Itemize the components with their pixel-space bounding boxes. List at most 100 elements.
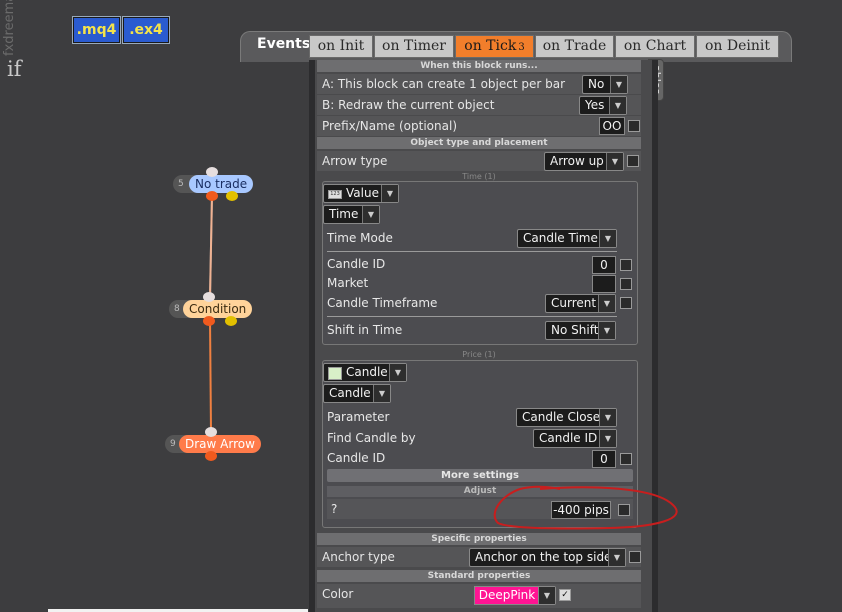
anchor-type-dropdown[interactable]: Anchor on the top side ▼ — [469, 548, 626, 567]
chevron-down-icon: ▼ — [609, 97, 626, 114]
dropdown-value: No Shift — [551, 323, 599, 337]
node-output-yes-dot[interactable] — [206, 191, 218, 201]
dropdown-value: Anchor on the top side — [475, 550, 612, 564]
tab-on-tick[interactable]: on Tick 3 — [455, 35, 534, 58]
red-annotation-circle — [493, 485, 678, 530]
tab-on-chart[interactable]: on Chart — [615, 35, 695, 58]
time-kind-dropdown[interactable]: Time ▼ — [323, 205, 380, 224]
block-node-label: No trade — [189, 175, 254, 193]
object-type-header: Object type and placement — [317, 137, 641, 149]
time-mode-label: Time Mode — [327, 231, 393, 245]
chevron-down-icon: ▼ — [610, 76, 627, 93]
block-node-label: Condition — [183, 300, 253, 318]
dropdown-value: No — [588, 77, 605, 91]
dropdown-value: Yes — [585, 98, 605, 112]
block-node-number: 5 — [178, 179, 184, 189]
time-candle-id-checkbox[interactable] — [620, 259, 632, 271]
dropdown-value: Candle — [329, 386, 371, 400]
arrow-type-checkbox[interactable] — [627, 155, 639, 167]
color-dropdown[interactable]: ▼ — [538, 586, 556, 605]
tab-on-deinit[interactable]: on Deinit — [696, 35, 779, 58]
option-label: A: This block can create 1 object per ba… — [322, 77, 566, 91]
candle-icon — [328, 367, 342, 380]
tab-on-trade[interactable]: on Trade — [535, 35, 614, 58]
tab-on-init[interactable]: on Init — [309, 35, 373, 58]
block-node-number: 8 — [174, 304, 180, 314]
node-output-no-dot[interactable] — [226, 191, 238, 201]
dropdown-value: Candle Close — [522, 410, 601, 424]
chevron-down-icon: ▼ — [381, 185, 398, 202]
price-source-dropdown[interactable]: Candle ▼ — [323, 363, 407, 382]
dropdown-value: Time — [329, 207, 359, 221]
prefix-checkbox[interactable] — [628, 120, 640, 132]
chevron-down-icon: ▼ — [608, 549, 625, 566]
when-block-runs-header: When this block runs... — [317, 60, 641, 72]
price-candle-id-input[interactable]: 0 — [592, 450, 616, 468]
arrow-type-row: Arrow type Arrow up ▼ — [317, 151, 641, 171]
chevron-down-icon: ▼ — [539, 587, 555, 604]
option-row-b: B: Redraw the current object Yes ▼ — [317, 95, 641, 115]
chevron-down-icon: ▼ — [599, 230, 616, 247]
dropdown-value: Candle Time — [523, 231, 598, 245]
divider — [327, 316, 617, 317]
shift-in-time-dropdown[interactable]: No Shift ▼ — [545, 321, 616, 340]
anchor-type-row: Anchor type Anchor on the top side ▼ — [317, 547, 641, 567]
option-label: B: Redraw the current object — [322, 98, 495, 112]
market-label: Market — [327, 276, 369, 290]
block-node-number: 9 — [170, 439, 176, 449]
color-checkbox[interactable]: ✓ — [559, 589, 571, 601]
divider — [327, 251, 617, 252]
market-checkbox[interactable] — [620, 278, 632, 290]
candle-id-label: Candle ID — [327, 257, 386, 271]
anchor-type-label: Anchor type — [322, 550, 395, 564]
node-input-dot[interactable] — [205, 427, 217, 437]
shift-in-time-label: Shift in Time — [327, 323, 403, 337]
price-kind-dropdown[interactable]: Candle ▼ — [323, 384, 391, 403]
market-input[interactable] — [592, 275, 616, 293]
candle-timeframe-checkbox[interactable] — [620, 297, 632, 309]
price-candle-id-checkbox[interactable] — [620, 453, 632, 465]
chevron-down-icon: ▼ — [598, 322, 615, 339]
anchor-type-checkbox[interactable] — [629, 551, 641, 563]
price-section-header: Price (1) — [462, 350, 496, 359]
tab-on-timer[interactable]: on Timer — [374, 35, 454, 58]
dropdown-value: Arrow up — [550, 154, 604, 168]
option-row-a: A: This block can create 1 object per ba… — [317, 74, 641, 94]
node-input-dot[interactable] — [206, 167, 218, 177]
time-source-dropdown[interactable]: 123 Value ▼ — [323, 184, 399, 203]
tab-badge: 3 — [518, 42, 525, 53]
find-candle-by-dropdown[interactable]: Candle ID ▼ — [533, 429, 617, 448]
arrow-type-label: Arrow type — [322, 154, 388, 168]
option-a-dropdown[interactable]: No ▼ — [582, 75, 628, 94]
node-output-yes-dot[interactable] — [203, 316, 215, 326]
candle-timeframe-dropdown[interactable]: Current ▼ — [545, 294, 616, 313]
block-node-label: Draw Arrow — [179, 435, 261, 453]
adjust-help-label: ? — [331, 502, 338, 516]
tab-on-tick-label: on Tick — [464, 38, 517, 54]
time-candle-id-input[interactable]: 0 — [592, 256, 616, 274]
prefix-name-input[interactable]: OO — [599, 117, 625, 135]
time-mode-dropdown[interactable]: Candle Time ▼ — [517, 229, 617, 248]
option-label: Prefix/Name (optional) — [322, 119, 457, 133]
node-output-no-dot[interactable] — [225, 316, 237, 326]
chevron-down-icon: ▼ — [599, 409, 616, 426]
chevron-down-icon: ▼ — [599, 430, 616, 447]
chevron-down-icon: ▼ — [389, 364, 406, 381]
chevron-down-icon: ▼ — [362, 206, 379, 223]
chevron-down-icon: ▼ — [606, 153, 623, 170]
value-icon: 123 — [328, 190, 342, 199]
dropdown-value: Candle — [346, 365, 388, 379]
chevron-down-icon: ▼ — [373, 385, 390, 402]
candle-id-label: Candle ID — [327, 451, 386, 465]
standard-properties-header: Standard properties — [317, 570, 641, 582]
more-settings-button[interactable]: More settings — [327, 469, 633, 482]
node-output-dot[interactable] — [205, 451, 217, 461]
dropdown-value: Value — [346, 186, 379, 200]
color-value-swatch[interactable]: DeepPink — [474, 586, 540, 605]
events-label: Events — [257, 36, 311, 52]
node-input-dot[interactable] — [203, 292, 215, 302]
option-b-dropdown[interactable]: Yes ▼ — [579, 96, 627, 115]
arrow-type-dropdown[interactable]: Arrow up ▼ — [544, 152, 624, 171]
dropdown-value: Current — [551, 296, 597, 310]
parameter-dropdown[interactable]: Candle Close ▼ — [516, 408, 617, 427]
